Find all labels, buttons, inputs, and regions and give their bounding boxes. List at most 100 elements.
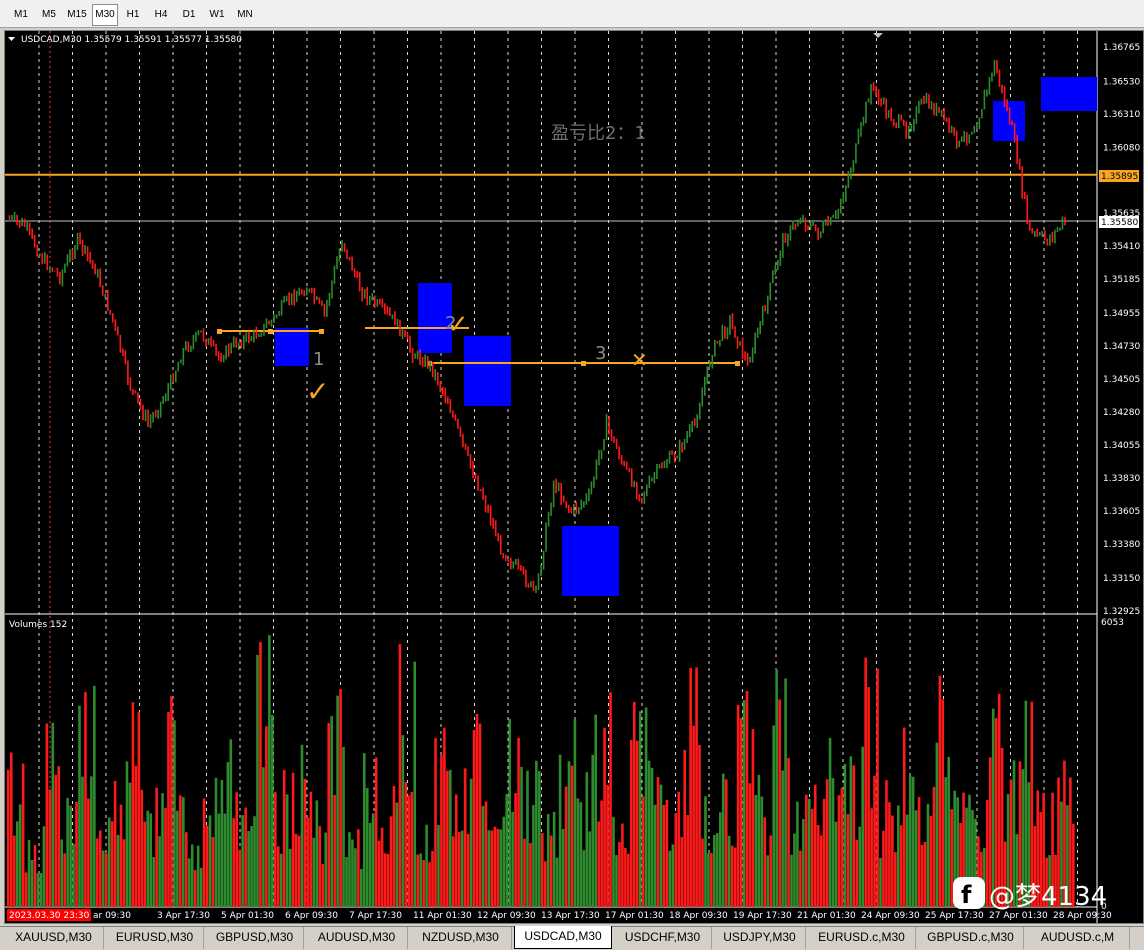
symbol-tab-eurusd-m30[interactable]: EURUSD,M30 (106, 927, 204, 949)
symbol-tab-nzdusd-m30[interactable]: NZDUSD,M30 (410, 927, 512, 949)
volume-bar (944, 777, 948, 907)
volume-bar (122, 839, 126, 907)
volume-bar (671, 844, 675, 907)
volume-bar (543, 861, 547, 907)
symbol-tab-eurusd-c-m30[interactable]: EURUSD.c,M30 (808, 927, 916, 949)
volume-bar (176, 810, 179, 907)
volume-bar (274, 792, 277, 907)
volume-bar (520, 766, 523, 907)
volume-bar (526, 770, 529, 907)
line-anchor (217, 329, 222, 334)
volume-bar (354, 848, 357, 907)
timeframe-button-m1[interactable]: M1 (8, 4, 34, 26)
timeframe-button-h1[interactable]: H1 (120, 4, 146, 26)
volume-bar (434, 738, 437, 907)
volume-bar (440, 754, 443, 907)
volume-bar (546, 814, 550, 907)
volume-bar (149, 813, 152, 907)
volume-bar (140, 789, 144, 907)
symbol-tab-audusd-c-m[interactable]: AUDUSD.c,M (1026, 927, 1130, 949)
volume-bar (858, 826, 862, 907)
volume-bar (380, 827, 384, 907)
volume-bar (843, 763, 847, 907)
volume-bar (632, 701, 636, 907)
price-axis-label: 1.34055 (1103, 441, 1140, 451)
volume-bar (523, 838, 526, 907)
volume-bars (7, 635, 1075, 907)
timeframe-button-m5[interactable]: M5 (36, 4, 62, 26)
symbol-tab-gbpusd-m30[interactable]: GBPUSD,M30 (206, 927, 304, 949)
symbol-tab-usdcad-m30[interactable]: USDCAD,M30 (514, 926, 612, 949)
volume-bar (558, 754, 562, 907)
time-axis-label: ar 09:30 (93, 911, 131, 921)
price-chart[interactable]: 1.367651.365301.363101.360801.356351.354… (5, 31, 1143, 923)
volume-bar (205, 825, 209, 907)
watermark: f @梦4134 (953, 877, 1107, 912)
volume-bar (374, 757, 378, 907)
volume-bar (564, 786, 568, 907)
volume-bar (93, 685, 96, 907)
volume-bar (466, 833, 470, 907)
volume-bar (60, 839, 63, 907)
symbol-tab-xauusd-m30[interactable]: XAUUSD,M30 (4, 927, 104, 949)
volume-bar (333, 794, 336, 907)
chart-shift-marker-icon[interactable] (873, 33, 883, 38)
social-logo-glyph: f (961, 881, 972, 909)
volume-bar (119, 804, 123, 907)
volume-bar (493, 826, 497, 907)
volume-bar (217, 813, 221, 907)
volume-bar (271, 714, 274, 907)
collapse-triangle-icon[interactable] (8, 37, 15, 41)
timeframe-button-m30[interactable]: M30 (92, 4, 118, 26)
volume-bar (787, 757, 790, 907)
symbol-tab-usdjpy-m30[interactable]: USDJPY,M30 (714, 927, 806, 949)
volume-bar (247, 831, 250, 907)
volume-bar (784, 678, 787, 907)
volume-bar (552, 811, 556, 907)
volume-bar (306, 817, 310, 907)
chart-window[interactable]: 1.36765 1.36530 1.36310 1.36080 1.35635 1.354… (4, 30, 1144, 924)
volume-bar (594, 714, 597, 907)
symbol-tab-usdchf-m30[interactable]: USDCHF,M30 (614, 927, 712, 949)
volume-bar (173, 720, 176, 907)
timeframe-button-d1[interactable]: D1 (176, 4, 202, 26)
volume-bar (849, 756, 853, 907)
time-axis-label: 28 Apr 09:30 (1053, 911, 1112, 921)
volume-bar (837, 795, 841, 907)
volume-bar (716, 833, 719, 907)
volume-bar (638, 711, 642, 907)
volume-bar (840, 787, 844, 907)
volume-bar (18, 804, 22, 907)
volume-bar (582, 850, 586, 907)
volume-bar (713, 834, 716, 907)
timeframe-button-m15[interactable]: M15 (64, 4, 90, 26)
volume-bar (873, 775, 876, 907)
volume-bar (882, 830, 885, 907)
timeframe-button-h4[interactable]: H4 (148, 4, 174, 26)
volume-bar (288, 848, 292, 907)
volume-bar (496, 828, 500, 907)
volume-bar (748, 783, 752, 907)
volume-bar (736, 704, 740, 907)
volume-bar (864, 657, 867, 907)
volume-bar (576, 798, 580, 907)
volume-bar (585, 772, 589, 907)
timeframe-button-mn[interactable]: MN (232, 4, 258, 26)
price-axis-label: 1.36310 (1103, 110, 1140, 120)
symbol-tab-gbpusd-c-m30[interactable]: GBPUSD.c,M30 (918, 927, 1024, 949)
symbol-tab-audusd-m30[interactable]: AUDUSD,M30 (306, 927, 408, 949)
volume-bar (653, 804, 657, 907)
volume-bar (371, 813, 375, 907)
volume-bar (449, 769, 452, 907)
volume-bar (698, 744, 701, 907)
risk-reward-annotation[interactable]: 盈亏比2：1 (551, 123, 646, 144)
timeframe-button-w1[interactable]: W1 (204, 4, 230, 26)
volume-bar (508, 718, 511, 907)
volume-bar (831, 778, 835, 907)
price-axis-label: 1.32925 (1103, 607, 1140, 617)
volume-bar (72, 843, 75, 907)
volume-bar (1030, 701, 1034, 907)
volume-bar (116, 835, 120, 907)
volume-bar (644, 707, 648, 907)
volume-bar (484, 801, 488, 907)
